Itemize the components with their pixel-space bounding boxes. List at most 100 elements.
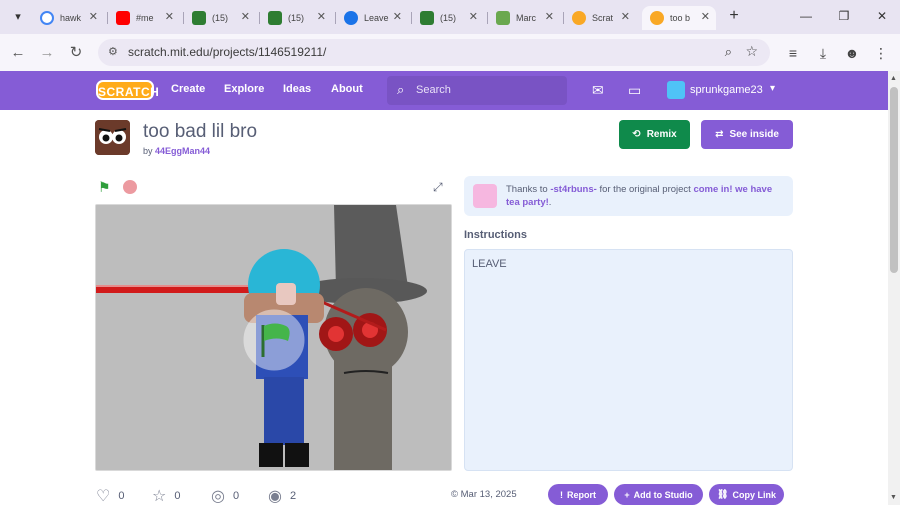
browser-tab[interactable]: hawk ✕ (32, 6, 104, 30)
remix-icon: ⟲ (632, 129, 641, 140)
search-icon: ⌕ (397, 82, 405, 97)
scroll-down-arrow-icon[interactable]: ▼ (890, 494, 897, 501)
author-avatar[interactable] (95, 120, 130, 155)
nav-about-link[interactable]: About (331, 83, 363, 95)
scratch-icon (572, 11, 586, 25)
close-tab-icon[interactable]: ✕ (469, 10, 478, 23)
close-tab-icon[interactable]: ✕ (545, 10, 554, 23)
project-title[interactable]: too bad lil bro (143, 121, 257, 143)
copy-link-button[interactable]: ⛓ Copy Link (709, 484, 784, 505)
username[interactable]: sprunkgame23 (690, 84, 763, 96)
browser-menu-icon[interactable]: ⋮ (871, 43, 891, 63)
browser-tab[interactable]: (15) ✕ (184, 6, 256, 30)
remix-count: 0 (232, 490, 240, 502)
browser-toolbar: ← → ↻ ⚙ scratch.mit.edu/projects/1146519… (0, 34, 900, 71)
remix-stat: ◎ 0 (211, 486, 239, 506)
ne-icon (192, 11, 206, 25)
close-tab-icon[interactable]: ✕ (701, 10, 710, 23)
credit-user-link[interactable]: -st4rbuns- (550, 184, 596, 195)
nav-create-link[interactable]: Create (171, 83, 205, 95)
credit-user-avatar[interactable] (473, 184, 497, 208)
scratch-navbar: SCRATCH Create Explore Ideas About ⌕ Sea… (0, 71, 888, 110)
add-to-studio-button[interactable]: + Add to Studio (614, 484, 703, 505)
ne-icon (268, 11, 282, 25)
search-input[interactable]: ⌕ Search (387, 76, 567, 105)
image-icon (496, 11, 510, 25)
close-tab-icon[interactable]: ✕ (393, 10, 402, 23)
scroll-up-arrow-icon[interactable]: ▲ (890, 75, 897, 82)
my-stuff-folder-icon[interactable]: ▭ (628, 82, 641, 99)
scratch-logo[interactable]: SCRATCH (96, 80, 159, 100)
browser-tab[interactable]: #me ✕ (108, 6, 180, 30)
url-text[interactable]: scratch.mit.edu/projects/1146519211/ (128, 45, 326, 59)
instructions-text: LEAVE (472, 258, 507, 270)
tab-search-chevron-icon[interactable]: ▾ (8, 7, 28, 27)
browser-tab[interactable]: (15) ✕ (412, 6, 484, 30)
remix-button[interactable]: ⟲ Remix (619, 120, 690, 149)
project-date: © Mar 13, 2025 (451, 489, 517, 500)
project-stage[interactable] (95, 204, 452, 471)
close-window-icon[interactable]: ✕ (872, 6, 892, 26)
credit-prefix: Thanks to (506, 184, 548, 195)
eye-icon: ◉ (268, 488, 282, 505)
tab-title: (15) (212, 13, 229, 23)
love-count: 0 (118, 490, 125, 502)
close-tab-icon[interactable]: ✕ (165, 10, 174, 23)
author-link[interactable]: 44EggMan44 (155, 146, 210, 156)
date-text: Mar 13, 2025 (460, 489, 517, 500)
browser-tab[interactable]: (15) ✕ (260, 6, 332, 30)
tab-title: too b (670, 13, 691, 23)
zoom-icon[interactable]: ⌕ (725, 44, 732, 60)
page-scrollbar[interactable]: ▲ ▼ (888, 71, 900, 505)
close-tab-icon[interactable]: ✕ (89, 10, 98, 23)
project-byline: by 44EggMan44 (143, 146, 210, 156)
new-tab-plus-icon[interactable]: + (724, 6, 744, 26)
google-icon (40, 11, 54, 25)
instructions-panel: LEAVE (464, 249, 793, 471)
report-button[interactable]: ! Report (548, 484, 608, 505)
report-label: Report (567, 489, 596, 500)
browser-tab[interactable]: Leave ✕ (336, 6, 408, 30)
address-bar[interactable]: ⚙ scratch.mit.edu/projects/1146519211/ ⌕… (98, 39, 770, 66)
back-arrow-icon[interactable]: ← (8, 43, 28, 63)
green-flag-icon[interactable]: ⚑ (98, 179, 111, 196)
reload-icon[interactable]: ↻ (66, 43, 86, 63)
scrollbar-thumb[interactable] (890, 87, 898, 273)
chevron-down-icon[interactable]: ▾ (770, 83, 775, 94)
user-avatar[interactable] (667, 81, 685, 99)
stop-sign-icon[interactable] (123, 180, 137, 194)
nav-explore-link[interactable]: Explore (224, 83, 264, 95)
see-inside-icon: ⇄ (715, 129, 724, 140)
forward-arrow-icon[interactable]: → (37, 43, 57, 63)
download-icon[interactable]: ⤓ (813, 43, 833, 63)
close-tab-icon[interactable]: ✕ (621, 10, 630, 23)
link-icon: ⛓ (717, 489, 729, 499)
nav-ideas-link[interactable]: Ideas (283, 83, 311, 95)
reading-list-icon[interactable]: ≡ (783, 43, 803, 63)
fullscreen-icon[interactable]: ⤢ (433, 180, 443, 195)
credit-text: Thanks to -st4rbuns- for the original pr… (506, 183, 786, 209)
remix-swirl-icon: ◎ (211, 488, 225, 505)
close-tab-icon[interactable]: ✕ (241, 10, 250, 23)
see-inside-button[interactable]: ⇄ See inside (701, 120, 793, 149)
add-to-studio-label: Add to Studio (633, 489, 693, 500)
browser-tab[interactable]: Marc ✕ (488, 6, 560, 30)
messages-envelope-icon[interactable]: ✉ (592, 82, 604, 99)
star-icon: ☆ (152, 488, 167, 505)
close-tab-icon[interactable]: ✕ (317, 10, 326, 23)
love-stat[interactable]: ♡ 0 (96, 486, 124, 506)
site-info-icon[interactable]: ⚙ (108, 45, 118, 58)
restore-window-icon[interactable]: ❐ (834, 6, 854, 26)
see-inside-label: See inside (729, 129, 779, 140)
steam-icon (344, 11, 358, 25)
heart-icon: ♡ (96, 488, 111, 505)
byline-prefix: by (143, 146, 153, 156)
views-stat: ◉ 2 (268, 486, 296, 506)
bookmark-star-icon[interactable]: ☆ (745, 43, 758, 60)
minimize-icon[interactable]: — (796, 6, 816, 26)
profile-avatar-icon[interactable]: ☻ (842, 43, 862, 63)
browser-tab[interactable]: Scrat ✕ (564, 6, 636, 30)
browser-tab-bar: ▾ hawk ✕ #me ✕ (15) ✕ (15) ✕ Leave ✕ (15… (0, 0, 900, 34)
browser-tab-active[interactable]: too b ✕ (642, 6, 716, 30)
favorite-stat[interactable]: ☆ 0 (152, 486, 180, 506)
